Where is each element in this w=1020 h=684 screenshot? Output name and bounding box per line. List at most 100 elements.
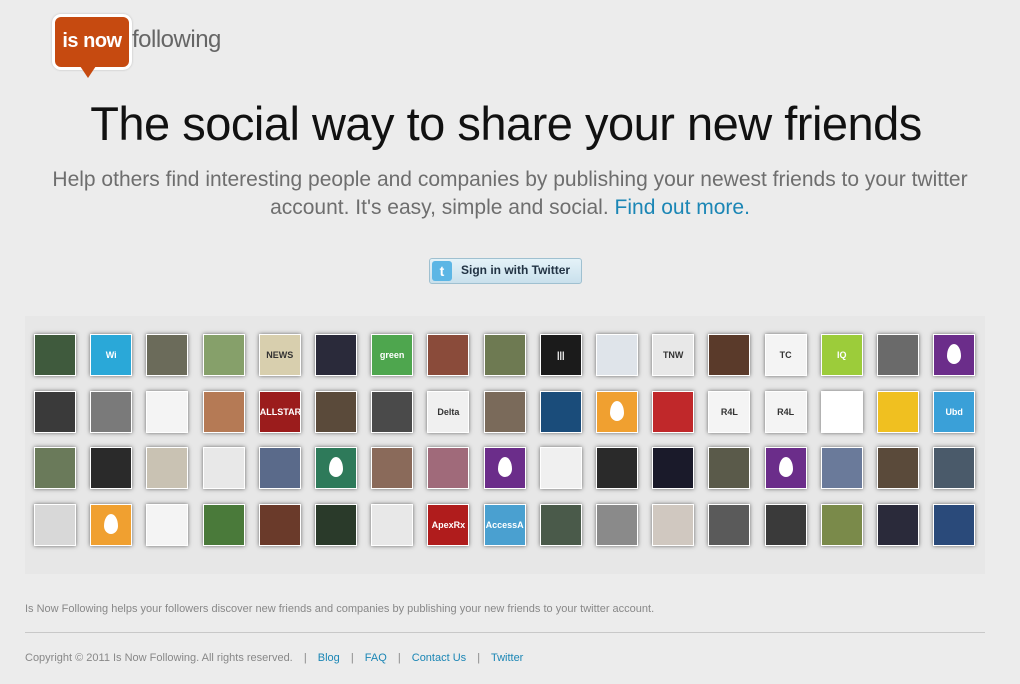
friend-avatar[interactable] [708, 503, 751, 546]
find-out-more-link[interactable]: Find out more. [615, 196, 750, 219]
friend-avatar[interactable] [34, 447, 76, 489]
logo-bubble: is now [52, 14, 132, 70]
friend-avatar[interactable] [933, 503, 976, 546]
friend-avatar[interactable] [34, 503, 76, 546]
friend-avatar[interactable]: Ubd [933, 390, 976, 433]
avatar-label: AccessA [485, 519, 524, 530]
friend-avatar[interactable] [258, 503, 301, 546]
friend-avatar[interactable]: Wi [90, 334, 133, 376]
sign-in-label: Sign in with Twitter [461, 263, 571, 277]
footer-description: Is Now Following helps your followers di… [25, 603, 655, 615]
friend-avatar[interactable] [371, 503, 414, 546]
friend-avatar[interactable] [933, 334, 976, 376]
friend-avatar[interactable] [146, 503, 189, 546]
friend-avatar[interactable]: ALLSTAR [258, 390, 301, 433]
friend-avatar[interactable] [427, 334, 470, 376]
friend-avatar[interactable] [596, 503, 638, 546]
friend-avatar[interactable] [315, 334, 357, 376]
friend-avatar[interactable] [202, 334, 245, 376]
friend-avatar[interactable] [820, 447, 863, 489]
default-egg-icon [610, 400, 624, 421]
avatar-grid: Wi NEWS BREAK green reviews ||| TNW ALL STOR… [25, 316, 985, 574]
footer-link-twitter[interactable]: Twitter [491, 652, 523, 664]
friend-avatar[interactable]: TNW ALL STORIES [652, 334, 695, 376]
avatar-label: TNW ALL STORIES [662, 350, 684, 360]
friend-avatar[interactable] [652, 503, 695, 546]
friend-avatar[interactable]: IQ [820, 334, 863, 376]
avatar-label: Delta Index [437, 406, 460, 417]
friend-avatar[interactable] [820, 503, 863, 546]
friend-avatar[interactable] [764, 503, 807, 546]
sign-in-with-twitter-button[interactable]: t Sign in with Twitter [429, 258, 582, 284]
avatar-label: R4L [777, 406, 795, 417]
logo-bubble-tail [80, 66, 96, 78]
friend-avatar[interactable] [90, 390, 133, 433]
avatar-label: TC [779, 350, 792, 360]
friend-avatar[interactable] [202, 390, 245, 433]
separator: | [350, 652, 354, 664]
avatar-label: IQ [837, 350, 847, 360]
friend-avatar[interactable]: NEWS BREAK [258, 334, 301, 376]
friend-avatar[interactable] [877, 390, 919, 433]
avatar-label: R4L [720, 406, 738, 417]
friend-avatar[interactable] [539, 447, 582, 489]
friend-avatar[interactable] [596, 390, 638, 433]
footer-links: Copyright © 2011 Is Now Following. All r… [25, 652, 523, 664]
friend-avatar[interactable]: ||| [539, 334, 582, 376]
friend-avatar[interactable]: Delta Index [427, 390, 470, 433]
friend-avatar[interactable] [483, 447, 526, 489]
friend-avatar[interactable]: green reviews [371, 334, 414, 376]
subtitle: Help others find interesting people and … [40, 166, 980, 222]
friend-avatar[interactable] [146, 390, 189, 433]
footer-link-blog[interactable]: Blog [318, 652, 340, 664]
friend-avatar[interactable] [877, 447, 919, 489]
footer-link-faq[interactable]: FAQ [365, 652, 387, 664]
friend-avatar[interactable] [315, 447, 357, 489]
avatar-label: ApexRx [431, 519, 466, 530]
friend-avatar[interactable] [820, 390, 863, 433]
friend-avatar[interactable] [34, 334, 76, 376]
friend-avatar[interactable] [483, 334, 526, 376]
friend-avatar[interactable] [202, 503, 245, 546]
friend-avatar[interactable] [708, 447, 751, 489]
friend-avatar[interactable] [708, 334, 751, 376]
friend-avatar[interactable] [877, 503, 919, 546]
friend-avatar[interactable] [483, 390, 526, 433]
friend-avatar[interactable] [539, 390, 582, 433]
friend-avatar[interactable] [146, 447, 189, 489]
friend-avatar[interactable] [258, 447, 301, 489]
friend-avatar[interactable] [90, 447, 133, 489]
friend-avatar[interactable] [90, 503, 133, 546]
friend-avatar[interactable] [427, 447, 470, 489]
avatar-label: Ubd [945, 406, 963, 417]
friend-avatar[interactable]: TC [764, 334, 807, 376]
friend-avatar[interactable]: AccessA [483, 503, 526, 546]
friend-avatar[interactable]: ApexRx [427, 503, 470, 546]
logo[interactable]: is now following [52, 14, 221, 78]
friend-avatar[interactable] [933, 447, 976, 489]
friend-avatar[interactable] [202, 447, 245, 489]
logo-text: following [132, 26, 221, 53]
avatar-label: NEWS BREAK [266, 350, 294, 360]
friend-avatar[interactable] [652, 447, 695, 489]
footer-link-contact-us[interactable]: Contact Us [412, 652, 466, 664]
friend-avatar[interactable] [371, 447, 414, 489]
friend-avatar[interactable] [146, 334, 189, 376]
footer-divider [25, 632, 985, 633]
friend-avatar[interactable] [596, 447, 638, 489]
friend-avatar[interactable] [877, 334, 919, 376]
separator: | [397, 652, 401, 664]
friend-avatar[interactable]: R4L [708, 390, 751, 433]
friend-avatar[interactable]: R4L [764, 390, 807, 433]
avatar-label: green reviews [379, 350, 405, 360]
friend-avatar[interactable] [539, 503, 582, 546]
friend-avatar[interactable] [596, 334, 638, 376]
friend-avatar[interactable] [315, 390, 357, 433]
friend-avatar[interactable] [652, 390, 695, 433]
friend-avatar[interactable] [371, 390, 414, 433]
friend-avatar[interactable] [764, 447, 807, 489]
friend-avatar[interactable] [315, 503, 357, 546]
default-egg-icon [947, 344, 962, 364]
default-egg-icon [778, 457, 793, 477]
friend-avatar[interactable] [34, 390, 76, 433]
